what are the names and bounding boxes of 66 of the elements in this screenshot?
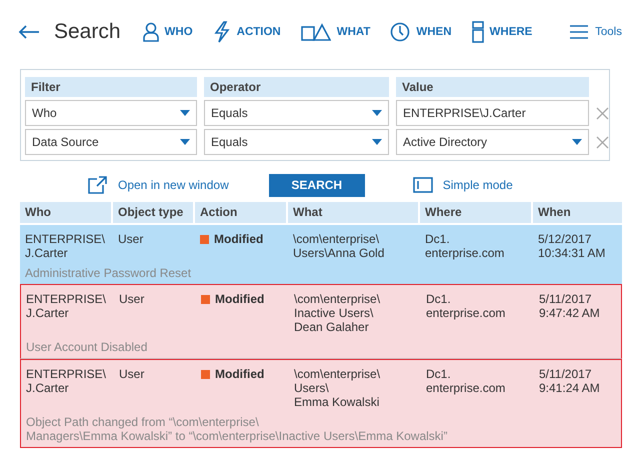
action-label: Modified [215,292,264,306]
caret-icon [180,110,190,116]
action-label: Modified [215,367,264,381]
column-header: Operator [204,77,389,97]
clock-icon [390,22,410,42]
caret-icon [372,139,382,145]
page-title: Search [54,20,121,44]
dropdown[interactable]: Active Directory [396,129,589,155]
table-cell-text: Dc1. enterprise.com [425,367,506,397]
caret-icon [180,139,190,145]
table-cell-text: ENTERPRISE\ J.Carter [25,292,108,322]
panel-icon [412,177,433,193]
table-cell-text: User [118,367,146,383]
table-cell-text: \com\enterprise\ Users\Anna Gold [292,232,386,260]
table-cell-text: Dc1. enterprise.com [425,292,506,322]
column-header: Filter [25,77,197,97]
nav-tab[interactable]: WHERE [472,21,532,43]
status-square [201,295,210,304]
column-header: When [533,202,622,223]
table-cell-text: User [117,232,144,248]
open-link[interactable]: Open in new window [88,176,229,194]
table-row[interactable]: ENTERPRISE\ J.Carter User Modified \com\enterprise\ Inactive Users\ Dean Galaher Dc1. enterprise.com 5/11/2017 9:47:42 AM User Account Disabled [20,284,622,359]
nav-tab[interactable]: WHO [142,22,193,42]
search-button[interactable]: SEARCH [268,174,365,196]
nav-tab[interactable]: WHAT [300,23,370,41]
detail-text: User Account Disabled [25,340,148,354]
server-icon [472,21,484,43]
table-row[interactable] [20,359,622,448]
nav-tab[interactable]: WHEN [390,22,452,42]
table-cell-text: 5/12/2017 10:34:31 AM [537,232,606,260]
table-cell-text: \com\enterprise\ Users\ Emma Kowalski [293,367,382,409]
shapes-icon [300,23,331,41]
column-header: Object type [113,202,193,223]
table-cell-text: ENTERPRISE\ J.Carter [24,232,106,260]
detail-text: Administrative Password Reset [24,266,192,280]
nav-tab[interactable]: ACTION [212,21,281,43]
dropdown[interactable]: Data Source [25,129,197,155]
column-header: Action [195,202,286,223]
external-window-icon [88,176,108,194]
column-header: Where [420,202,531,223]
back-arrow-icon[interactable] [18,24,40,40]
dropdown[interactable]: Who [25,100,197,126]
table-cell-text: Dc1. enterprise.com [424,232,506,260]
mode-link[interactable]: Simple mode [412,177,513,193]
table-row[interactable]: ENTERPRISE\ J.Carter User Modified \com\enterprise\ Users\Anna Gold Dc1. enterprise.com 5/12/2017 10:34:31 AM Administrative Password Reset [20,223,622,284]
lightning-icon [212,21,231,43]
dropdown[interactable]: Equals [204,100,389,126]
input-field[interactable]: ENTERPRISE\J.Carter [396,100,589,126]
table-cell-text: \com\enterprise\ Inactive Users\ Dean Galaher [293,292,382,334]
caret-icon [372,110,382,116]
table-cell-text: User [118,292,146,308]
dropdown[interactable]: Equals [204,129,389,155]
column-header: Value [396,77,589,97]
person-icon [142,22,159,42]
table-cell-text: ENTERPRISE\ J.Carter [25,367,108,397]
detail-text: Object Path changed from “\com\enterprise\ Managers\Emma Kowalski” to “\com\enterprise\Inactive Users\Emma Kowalski” [25,415,448,443]
action-label: Modified [214,232,264,246]
column-header: What [288,202,418,223]
table-cell-text: 5/11/2017 9:41:24 AM [538,367,601,397]
table-cell-text: 5/11/2017 9:47:42 AM [538,292,601,322]
menu-icon [569,24,590,40]
status-square [200,235,209,244]
column-header: Who [20,202,111,223]
caret-icon [572,139,582,145]
tools-button[interactable]: Tools [569,24,622,40]
status-square [201,370,210,379]
